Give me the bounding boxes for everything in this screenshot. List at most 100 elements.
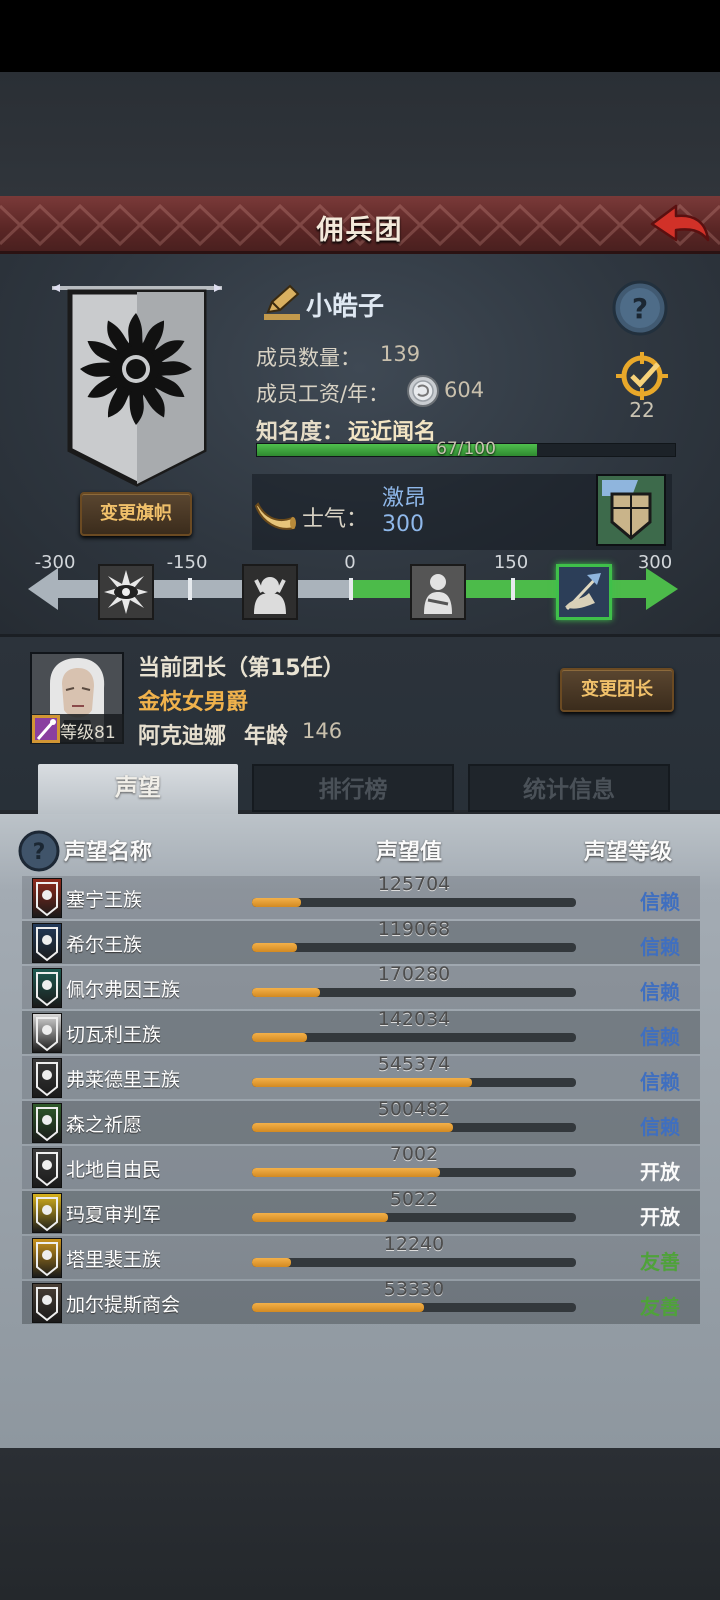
morale-level-calm[interactable] bbox=[410, 564, 466, 620]
reputation-value: 125704 bbox=[377, 873, 451, 895]
reputation-value: 170280 bbox=[377, 963, 451, 985]
reputation-progress-bar bbox=[252, 898, 576, 907]
title-bar: 佣兵团 bbox=[0, 196, 720, 254]
tab-statistics[interactable]: 统计信息 bbox=[468, 764, 670, 812]
reputation-row[interactable]: 加尔提斯商会 53330 友善 bbox=[22, 1278, 700, 1324]
reputation-level: 信赖 bbox=[640, 935, 680, 959]
reputation-progress-bar bbox=[252, 1168, 576, 1177]
members-value: 139 bbox=[380, 342, 421, 366]
top-background bbox=[0, 72, 720, 196]
banner-galtis-icon bbox=[32, 1283, 62, 1323]
reputation-name: 加尔提斯商会 bbox=[66, 1294, 181, 1316]
morale-level-terrified[interactable] bbox=[98, 564, 154, 620]
status-bar bbox=[0, 0, 720, 72]
reputation-help-button[interactable]: ? bbox=[18, 830, 60, 872]
morale-status-button[interactable] bbox=[596, 474, 666, 546]
morale-level-excited[interactable] bbox=[556, 564, 612, 620]
back-button[interactable] bbox=[648, 200, 712, 250]
reputation-progress-bar bbox=[252, 1258, 576, 1267]
tab-ranking[interactable]: 排行榜 bbox=[252, 764, 454, 812]
morale-label: 士气： bbox=[302, 507, 369, 532]
reputation-level: 信赖 bbox=[640, 890, 680, 914]
morale-state: 激昂 bbox=[382, 486, 427, 511]
reputation-row[interactable]: 北地自由民 7002 开放 bbox=[22, 1143, 700, 1189]
leader-title: 当前团长（第15任） bbox=[138, 656, 345, 681]
header-reputation-name: 声望名称 bbox=[64, 840, 153, 865]
reputation-name: 塞宁王族 bbox=[66, 889, 143, 911]
reputation-level: 开放 bbox=[640, 1205, 680, 1229]
reputation-progress-bar bbox=[252, 943, 576, 952]
back-arrow-icon bbox=[650, 204, 710, 242]
tab-reputation[interactable]: 声望 bbox=[38, 764, 238, 816]
reputation-progress-fill bbox=[252, 943, 298, 952]
reputation-progress-bar bbox=[252, 1123, 576, 1132]
banner-north-icon bbox=[32, 1148, 62, 1188]
scale-label-minus150: -150 bbox=[166, 552, 208, 573]
reputation-name: 塔里裴王族 bbox=[66, 1249, 162, 1271]
reputation-progress-bar bbox=[252, 1303, 576, 1312]
leader-rank: 金枝女男爵 bbox=[138, 690, 249, 715]
horn-icon bbox=[254, 502, 296, 530]
salary-label: 成员工资/年： bbox=[256, 382, 390, 406]
reputation-row[interactable]: 希尔王族 119068 信赖 bbox=[22, 918, 700, 964]
reputation-level: 信赖 bbox=[640, 1070, 680, 1094]
reputation-progress-fill bbox=[252, 1123, 453, 1132]
banner-taripei-icon bbox=[32, 1238, 62, 1278]
reputation-name: 切瓦利王族 bbox=[66, 1024, 162, 1046]
reputation-row[interactable]: 塞宁王族 125704 信赖 bbox=[22, 873, 700, 919]
reputation-name: 森之祈愿 bbox=[66, 1114, 143, 1136]
eye-burst-icon bbox=[100, 566, 152, 618]
reputation-level: 信赖 bbox=[640, 980, 680, 1004]
fame-progress-text: 67/100 bbox=[436, 439, 496, 459]
change-banner-button[interactable]: 变更旗帜 bbox=[80, 492, 192, 536]
header-reputation-value: 声望值 bbox=[376, 840, 443, 865]
question-icon: ? bbox=[612, 280, 668, 336]
question-icon: ? bbox=[18, 830, 60, 872]
reputation-row[interactable]: 塔里裴王族 12240 友善 bbox=[22, 1233, 700, 1279]
reputation-progress-bar bbox=[252, 1213, 576, 1222]
reputation-level: 信赖 bbox=[640, 1115, 680, 1139]
target-check-icon bbox=[616, 352, 668, 400]
svg-text:?: ? bbox=[632, 292, 648, 325]
scale-tick-0 bbox=[349, 578, 353, 600]
reputation-name: 弗莱德里王族 bbox=[66, 1069, 181, 1091]
banner-hill-icon bbox=[32, 923, 62, 963]
reputation-row[interactable]: 弗莱德里王族 545374 信赖 bbox=[22, 1053, 700, 1099]
reputation-level: 开放 bbox=[640, 1160, 680, 1184]
achievement-button[interactable]: 22 bbox=[612, 352, 672, 422]
page-title: 佣兵团 bbox=[316, 215, 404, 246]
reputation-progress-fill bbox=[252, 898, 301, 907]
scale-left-arrow-icon bbox=[28, 568, 58, 610]
reputation-value: 545374 bbox=[377, 1053, 451, 1075]
change-leader-button[interactable]: 变更团长 bbox=[560, 668, 674, 712]
reputation-progress-fill bbox=[252, 988, 321, 997]
morale-level-despair[interactable] bbox=[242, 564, 298, 620]
reputation-progress-fill bbox=[252, 1168, 440, 1177]
banner-fraderi-icon bbox=[32, 1058, 62, 1098]
guild-name: 小皓子 bbox=[306, 292, 385, 322]
reputation-level: 友善 bbox=[640, 1295, 680, 1319]
reputation-value: 12240 bbox=[383, 1233, 445, 1255]
leader-level-badge: 等级81 bbox=[30, 714, 124, 744]
help-button[interactable]: ? bbox=[612, 280, 668, 336]
members-label: 成员数量： bbox=[256, 346, 361, 370]
bottom-background bbox=[0, 1448, 720, 1600]
reputation-row[interactable]: 森之祈愿 500482 信赖 bbox=[22, 1098, 700, 1144]
scale-right-arrow-icon bbox=[646, 568, 678, 610]
header-reputation-level: 声望等级 bbox=[584, 840, 673, 865]
reputation-value: 119068 bbox=[377, 918, 451, 940]
reputation-row[interactable]: 佩尔弗因王族 170280 信赖 bbox=[22, 963, 700, 1009]
banner-sennin-icon bbox=[32, 878, 62, 918]
scale-label-300: 300 bbox=[637, 552, 673, 573]
edit-icon[interactable] bbox=[262, 284, 302, 324]
achievement-count: 22 bbox=[629, 398, 655, 422]
reputation-row[interactable]: 玛夏审判军 5022 开放 bbox=[22, 1188, 700, 1234]
guild-banner bbox=[52, 284, 222, 490]
leader-age-label: 年龄 bbox=[244, 724, 289, 749]
scale-tick-minus150 bbox=[188, 578, 192, 600]
reputation-row[interactable]: 切瓦利王族 142034 信赖 bbox=[22, 1008, 700, 1054]
leader-name: 阿克迪娜 bbox=[138, 724, 227, 749]
reputation-value: 53330 bbox=[383, 1278, 445, 1300]
sun-banner-icon bbox=[52, 284, 222, 487]
figure-calm-icon bbox=[412, 566, 464, 618]
